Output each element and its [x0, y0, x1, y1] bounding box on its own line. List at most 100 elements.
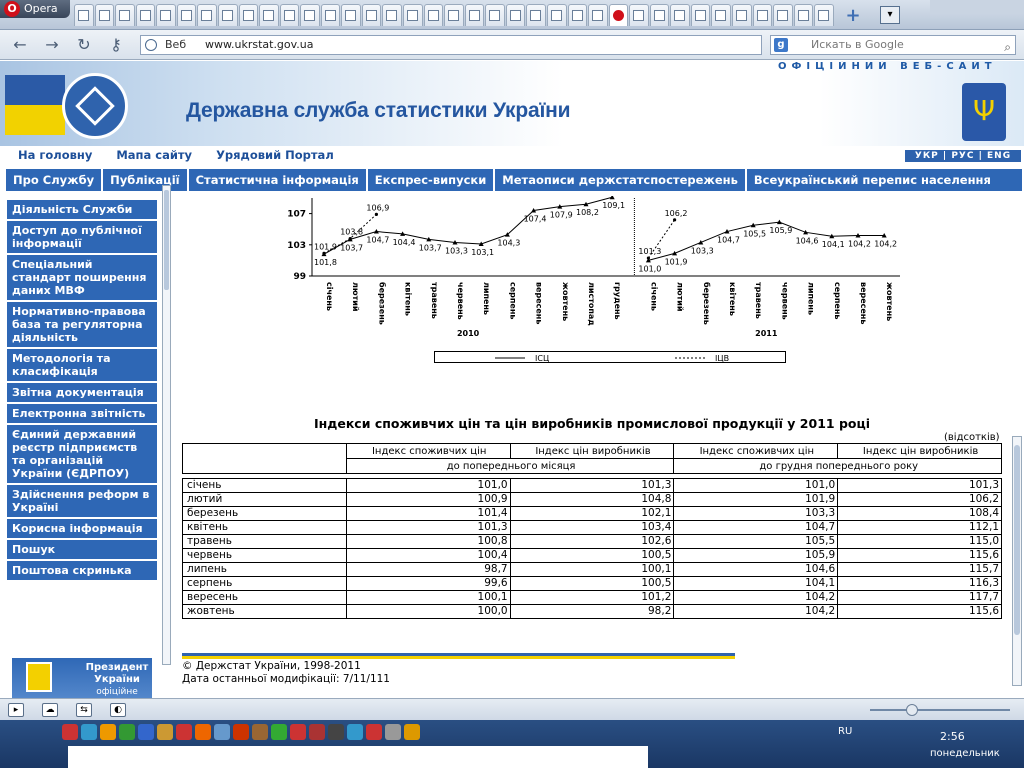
sidebar-item[interactable]: Здійснення реформ в Україні — [7, 485, 157, 519]
sidebar-item[interactable]: Звітна документація — [7, 383, 157, 404]
browser-tab[interactable] — [259, 4, 279, 26]
taskbar-app-icon[interactable] — [347, 724, 363, 740]
browser-tab[interactable] — [197, 4, 217, 26]
browser-tab[interactable] — [238, 4, 259, 26]
main-menu-item[interactable]: Про Службу — [6, 169, 102, 191]
taskbar-app-icon[interactable] — [214, 724, 230, 740]
taskbar-app-icon[interactable] — [81, 724, 97, 740]
sidebar-item[interactable]: Єдиний державний реєстр підприємств та о… — [7, 425, 157, 485]
sidebar-scrollbar[interactable] — [162, 185, 171, 665]
browser-tab[interactable] — [608, 4, 629, 26]
browser-tab[interactable] — [94, 4, 115, 26]
taskbar-app-icon[interactable] — [404, 724, 420, 740]
sidebar-item[interactable]: Нормативно-правова база та регуляторна д… — [7, 302, 157, 349]
zoom-handle[interactable] — [906, 704, 918, 716]
browser-tab[interactable] — [629, 4, 649, 26]
browser-tab[interactable] — [711, 4, 731, 26]
browser-tab[interactable] — [156, 4, 176, 26]
browser-tab[interactable] — [300, 4, 320, 26]
browser-tab[interactable] — [793, 4, 814, 26]
browser-tab[interactable] — [423, 4, 444, 26]
browser-tab[interactable] — [279, 4, 300, 26]
keyboard-language[interactable]: RU — [838, 726, 852, 737]
browser-tab[interactable] — [382, 4, 402, 26]
browser-tab[interactable] — [217, 4, 238, 26]
sidebar-item[interactable]: Електронна звітність — [7, 404, 157, 425]
browser-tab[interactable] — [732, 4, 752, 26]
key-icon[interactable]: ⚷ — [106, 36, 126, 54]
window-controls[interactable] — [930, 0, 1024, 14]
top-link[interactable]: На головну — [18, 148, 92, 162]
sidebar-item[interactable]: Спеціальний стандарт поширення даних МВФ — [7, 255, 157, 302]
browser-tab[interactable] — [670, 4, 690, 26]
browser-tab[interactable] — [176, 4, 197, 26]
sidebar-item[interactable]: Доступ до публічної інформації — [7, 221, 157, 255]
taskbar-app-icon[interactable] — [366, 724, 382, 740]
share-icon[interactable]: ⇆ — [76, 703, 92, 717]
taskbar-app-icon[interactable] — [119, 724, 135, 740]
closed-tabs-trash-icon[interactable]: ▾ — [880, 6, 900, 24]
taskbar-app-icon[interactable] — [328, 724, 344, 740]
browser-tab[interactable] — [773, 4, 793, 26]
browser-tab[interactable] — [320, 4, 341, 26]
panel-toggle-icon[interactable]: ▸ — [8, 703, 24, 717]
clock-time[interactable]: 2:56 — [940, 730, 965, 743]
browser-tab[interactable] — [464, 4, 485, 26]
browser-tab[interactable] — [567, 4, 588, 26]
browser-tab[interactable] — [649, 4, 670, 26]
taskbar-app-icon[interactable] — [176, 724, 192, 740]
address-field[interactable]: Веб www.ukrstat.gov.ua — [140, 35, 762, 55]
taskbar-app-icon[interactable] — [157, 724, 173, 740]
reload-icon[interactable]: ↻ — [74, 36, 94, 54]
top-link[interactable]: Урядовий Портал — [216, 148, 334, 162]
taskbar-app-icon[interactable] — [233, 724, 249, 740]
search-icon[interactable]: ⌕ — [1004, 38, 1011, 56]
browser-tab[interactable] — [505, 4, 526, 26]
search-field[interactable]: g Искать в Google ⌕ — [770, 35, 1016, 55]
taskbar-app-icon[interactable] — [290, 724, 306, 740]
taskbar-app-icon[interactable] — [271, 724, 287, 740]
page-scrollbar[interactable] — [1012, 436, 1022, 686]
sidebar-item[interactable]: Методологія та класифікація — [7, 349, 157, 383]
taskbar-app-icon[interactable] — [252, 724, 268, 740]
browser-tab[interactable] — [135, 4, 156, 26]
new-tab-plus-icon[interactable]: + — [842, 6, 864, 26]
opera-menu-button[interactable]: O Opera — [0, 0, 70, 18]
browser-tab[interactable] — [752, 4, 773, 26]
browser-tab[interactable] — [588, 4, 608, 26]
sidebar-item[interactable]: Діяльність Служби — [7, 200, 157, 221]
browser-tab[interactable] — [690, 4, 711, 26]
browser-tab[interactable] — [814, 4, 834, 26]
main-menu-item[interactable]: Публікації — [103, 169, 187, 191]
browser-tab[interactable] — [74, 4, 94, 26]
language-switcher[interactable]: УКР | РУС | ENG — [905, 150, 1021, 162]
main-menu-item[interactable]: Експрес-випуски — [367, 169, 494, 191]
browser-tab[interactable] — [546, 4, 567, 26]
browser-tab[interactable] — [361, 4, 382, 26]
president-banner[interactable]: Президент України офіційне — [12, 658, 152, 698]
taskbar-app-icon[interactable] — [100, 724, 116, 740]
taskbar-app-icon[interactable] — [385, 724, 401, 740]
sidebar-item[interactable]: Корисна інформація — [7, 519, 157, 540]
sidebar-item[interactable]: Пошук — [7, 540, 157, 561]
taskbar-app-icon[interactable] — [62, 724, 78, 740]
browser-tab[interactable] — [526, 4, 546, 26]
main-menu-item[interactable]: Всеукраїнський перепис населення — [746, 169, 1022, 191]
main-menu-item[interactable]: Статистична інформація — [188, 169, 366, 191]
taskbar-app-icon[interactable] — [138, 724, 154, 740]
main-menu-item[interactable]: Метаописи держстатспостережень — [495, 169, 745, 191]
zoom-slider[interactable] — [870, 704, 1010, 716]
sidebar-item[interactable]: Поштова скринька — [7, 561, 157, 582]
top-link[interactable]: Мапа сайту — [116, 148, 192, 162]
browser-tab[interactable] — [444, 4, 464, 26]
speed-dial-icon[interactable]: ◐ — [110, 703, 126, 717]
browser-tab[interactable] — [403, 4, 423, 26]
unite-icon[interactable]: ☁ — [42, 703, 58, 717]
taskbar-app-icon[interactable] — [309, 724, 325, 740]
back-arrow-icon[interactable]: ← — [10, 36, 30, 54]
browser-tab[interactable] — [341, 4, 361, 26]
browser-tab[interactable] — [115, 4, 135, 26]
browser-tab[interactable] — [485, 4, 505, 26]
ukrstat-logo-icon[interactable] — [62, 73, 128, 139]
taskbar-app-icon[interactable] — [195, 724, 211, 740]
